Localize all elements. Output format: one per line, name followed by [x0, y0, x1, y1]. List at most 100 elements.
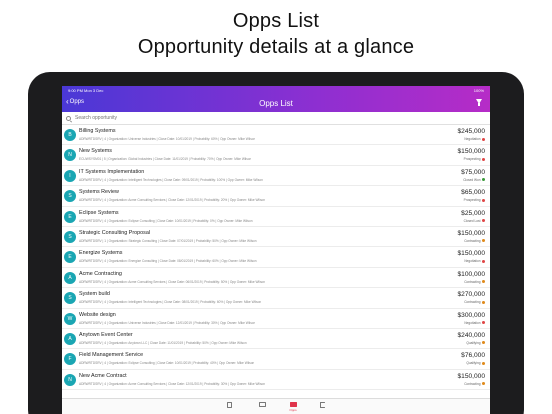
avatar: S	[64, 230, 76, 243]
tab-opps[interactable]: Opps	[286, 402, 300, 412]
avatar: E	[64, 251, 76, 264]
tab-documents[interactable]	[222, 402, 236, 408]
list-item[interactable]: S Systems Review ADRWRTDSRV | 4 | Organiza…	[62, 186, 490, 207]
page-title: Opps List	[259, 98, 293, 108]
opportunity-stage: Prospecting	[464, 198, 485, 202]
opportunity-list: B Billing Systems ADRWRTDSRV | 4 | Organiz…	[62, 125, 490, 391]
stage-label: Contracting	[464, 238, 481, 243]
opportunity-name: Anytown Event Center	[79, 331, 133, 338]
stage-dot-icon	[482, 300, 485, 304]
list-item[interactable]: N New Systems ECUWSYSM01 | 5 | Organizatio…	[62, 145, 490, 166]
opportunity-name: New Acme Contract	[79, 372, 127, 379]
stage-label: Closed Lost	[463, 218, 481, 223]
opportunity-detail: ADRWRTDSRV | 4 | Organization: Acme Cons…	[79, 381, 266, 386]
search-input[interactable]	[75, 115, 375, 121]
opportunity-amount: $245,000	[457, 128, 485, 135]
opportunity-detail: ADRWRTDSRV | 4 | Organization: Anytown L…	[79, 340, 247, 345]
opportunity-stage: Qualifying	[466, 341, 485, 345]
opportunity-stage: Contracting	[464, 300, 485, 304]
filter-icon[interactable]	[476, 99, 482, 106]
opportunity-detail: ADRWRTDSRV | 4 | Organization: Intellige…	[79, 177, 263, 182]
chevron-left-icon: ‹	[66, 97, 69, 106]
opportunity-name: Website design	[79, 311, 116, 318]
stage-label: Contracting	[464, 300, 481, 305]
stage-dot-icon	[482, 259, 485, 263]
opportunity-stage: Qualifying	[466, 361, 485, 365]
back-button[interactable]: ‹ Opps	[66, 98, 84, 106]
stage-label: Prospecting	[463, 157, 481, 162]
list-item[interactable]: I IT Systems Implementation ADRWRTDSRV | 4…	[62, 166, 490, 187]
avatar: N	[64, 373, 76, 386]
status-bar: 9:00 PM Mon 3 Dec 100%	[62, 86, 490, 94]
list-item[interactable]: A Acme Contracting ADRWRTDSRV | 4 | Organi…	[62, 268, 490, 289]
opportunity-amount: $100,000	[457, 270, 485, 278]
stage-label: Closed Won	[463, 177, 481, 182]
opportunity-amount: $150,000	[457, 250, 485, 258]
opportunity-stage: Negotiation	[464, 137, 485, 141]
opportunity-amount: $150,000	[457, 229, 485, 237]
opportunity-name: System build	[79, 291, 110, 298]
tab-exit[interactable]	[315, 402, 329, 408]
opportunity-name: Eclipse Systems	[79, 209, 119, 216]
opportunity-stage: Prospecting	[464, 157, 485, 161]
list-item[interactable]: S System build ADRWRTDSRV | 4 | Organizati…	[62, 288, 490, 309]
stage-dot-icon	[482, 239, 485, 243]
exit-icon	[319, 402, 325, 408]
status-battery: 100%	[473, 87, 484, 93]
stage-dot-icon	[482, 280, 485, 284]
nav-bar: ‹ Opps Opps List	[62, 94, 490, 112]
tab-cards[interactable]	[255, 402, 269, 407]
stage-label: Contracting	[464, 279, 481, 284]
avatar: B	[64, 129, 76, 141]
opportunity-detail: ADRWRTDSRV | 4 | Organization: Energize …	[79, 259, 257, 264]
opportunity-name: Billing Systems	[79, 128, 116, 134]
opportunity-detail: ADRWRTDSRV | 4 | Organization: Intellige…	[79, 300, 262, 305]
opportunity-detail: ADRWRTDSRV | 4 | Organization: Acme Cons…	[79, 279, 266, 284]
opportunity-detail: ADRWRTDSRV | 4 | Organization: Eclipse C…	[79, 218, 253, 223]
marketing-subtitle: Opportunity details at a glance	[137, 36, 415, 58]
stage-dot-icon	[482, 137, 485, 141]
opportunity-detail: ADRWRTDSRV | 4 | Organization: Acme Cons…	[79, 198, 266, 203]
opportunity-name: Acme Contracting	[79, 270, 122, 277]
stage-dot-icon	[482, 219, 485, 223]
status-time: 9:00 PM Mon 3 Dec	[68, 87, 104, 93]
opportunity-detail: ADRWRTDSRV | 4 | Organization: Universe …	[79, 320, 256, 325]
list-item[interactable]: W Website design ADRWRTDSRV | 4 | Organiza…	[62, 309, 490, 329]
opportunity-stage: Contracting	[464, 280, 485, 284]
list-item[interactable]: N New Acme Contract ADRWRTDSRV | 4 | Organ…	[62, 370, 490, 391]
stage-label: Negotiation	[464, 259, 481, 264]
stage-dot-icon	[482, 157, 485, 161]
opportunity-amount: $240,000	[457, 331, 485, 339]
stage-label: Prospecting	[463, 198, 481, 203]
avatar: W	[64, 312, 76, 325]
stage-dot-icon	[482, 198, 485, 202]
list-item[interactable]: S Strategic Consulting Proposal ADRWRTDSRV…	[62, 227, 490, 248]
stage-label: Negotiation	[464, 320, 481, 325]
back-label: Opps	[69, 99, 85, 105]
search-icon	[66, 115, 71, 121]
avatar: E	[64, 210, 76, 223]
opportunity-detail: ADRWRTDSRV | 4 | Organization: Eclipse C…	[79, 361, 255, 366]
app-screen: 9:00 PM Mon 3 Dec 100% ‹ Opps Opps List …	[62, 86, 490, 414]
opportunity-name: Strategic Consulting Proposal	[79, 229, 151, 236]
list-item[interactable]: E Energize Systems ADRWRTDSRV | 4 | Organi…	[62, 247, 490, 268]
opportunity-name: New Systems	[79, 148, 112, 155]
opportunity-name: Energize Systems	[79, 250, 123, 257]
opportunity-name: IT Systems Implementation	[79, 168, 145, 175]
list-item[interactable]: F Field Management Service ADRWRTDSRV | 4 …	[62, 349, 490, 370]
list-item[interactable]: E Eclipse Systems ADRWRTDSRV | 4 | Organiz…	[62, 207, 490, 227]
list-item[interactable]: A Anytown Event Center ADRWRTDSRV | 4 | Or…	[62, 329, 490, 350]
opportunity-stage: Negotiation	[464, 321, 485, 325]
stage-dot-icon	[482, 361, 485, 365]
tab-opps-label: Opps	[289, 408, 297, 412]
tab-bar: Opps	[62, 398, 490, 414]
stage-label: Qualifying	[466, 340, 481, 345]
avatar: N	[64, 149, 76, 162]
opportunity-amount: $76,000	[461, 352, 485, 360]
stage-label: Negotiation	[464, 137, 481, 141]
opportunity-amount: $150,000	[457, 372, 485, 380]
list-item[interactable]: B Billing Systems ADRWRTDSRV | 4 | Organiz…	[62, 125, 490, 146]
opportunity-name: Field Management Service	[79, 352, 144, 359]
stage-dot-icon	[482, 341, 485, 345]
avatar: S	[64, 190, 76, 203]
